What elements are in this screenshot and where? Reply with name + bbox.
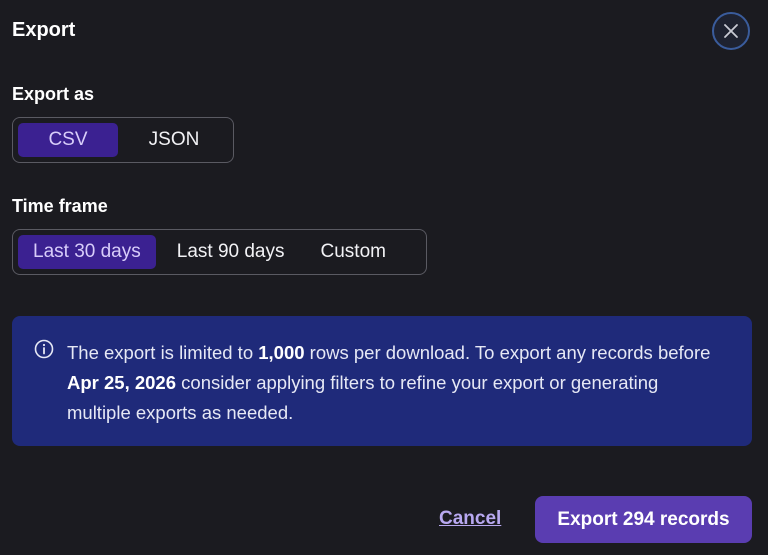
export-records-button[interactable]: Export 294 records xyxy=(535,496,752,543)
export-format-selector: CSV JSON xyxy=(12,117,234,163)
format-option-json[interactable]: JSON xyxy=(124,123,224,157)
time-frame-label: Time frame xyxy=(12,196,108,216)
info-icon xyxy=(34,339,54,359)
info-text-part1: The export is limited to xyxy=(67,342,259,363)
cancel-button[interactable]: Cancel xyxy=(439,508,501,530)
time-frame-selector: Last 30 days Last 90 days Custom xyxy=(12,229,427,275)
info-cutoff-date: Apr 25, 2026 xyxy=(67,372,177,393)
info-text-part2: rows per download. To export any records… xyxy=(304,342,711,363)
export-as-label: Export as xyxy=(12,84,95,104)
info-row-limit: 1,000 xyxy=(258,342,305,363)
format-option-csv[interactable]: CSV xyxy=(18,123,118,157)
export-limit-info-banner: The export is limited to 1,000 rows per … xyxy=(12,316,752,446)
time-option-last-90-days[interactable]: Last 90 days xyxy=(162,235,300,269)
time-option-custom[interactable]: Custom xyxy=(306,235,401,269)
export-dialog: Export Export as CSV JSON Time frame Las… xyxy=(0,0,768,555)
dialog-title: Export xyxy=(12,19,76,41)
close-button[interactable] xyxy=(712,12,750,50)
time-option-last-30-days[interactable]: Last 30 days xyxy=(18,235,156,269)
info-message: The export is limited to 1,000 rows per … xyxy=(67,338,722,428)
close-icon xyxy=(724,24,738,38)
